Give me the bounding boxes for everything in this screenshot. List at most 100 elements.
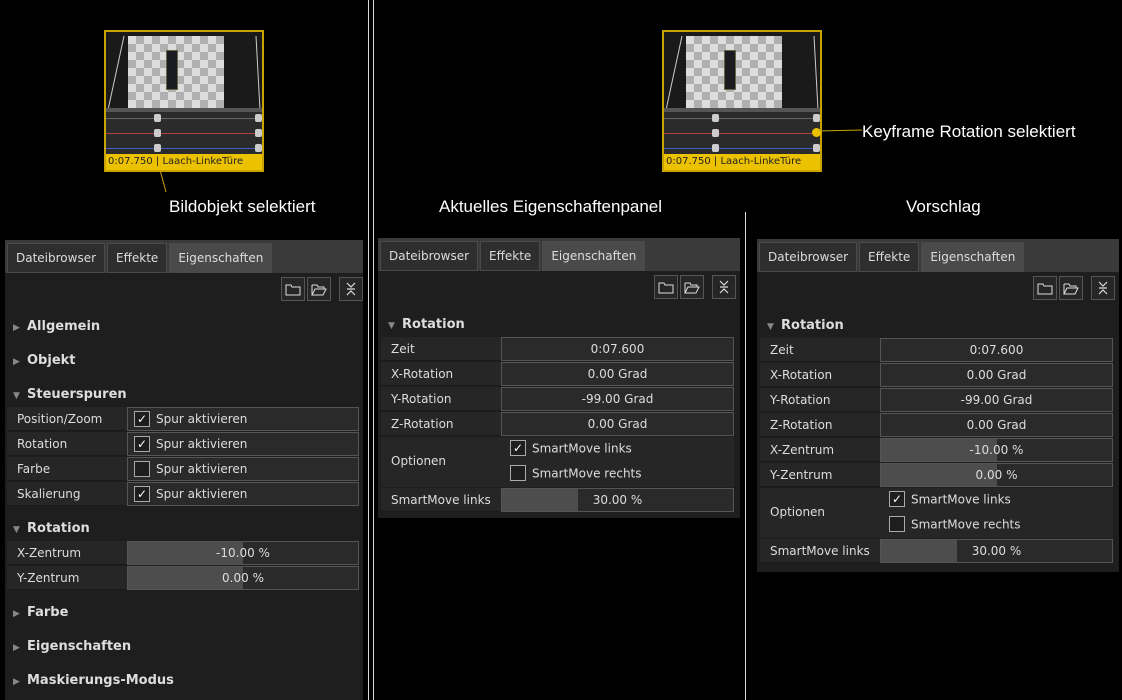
y-rotation-field[interactable]: -99.00 Grad <box>880 388 1113 412</box>
properties-panel-middle: Dateibrowser Effekte Eigenschaften ▼ Rota… <box>378 238 740 518</box>
field-label: X-Rotation <box>760 363 880 387</box>
caption-keyframe: Keyframe Rotation selektiert <box>862 122 1076 141</box>
keyframe-knob[interactable] <box>154 144 161 152</box>
field-label: X-Zentrum <box>7 541 127 565</box>
smartmove-slider[interactable]: 30.00 % <box>501 488 734 512</box>
folder-open-icon[interactable] <box>1059 276 1083 300</box>
thumbnail-label: 0:07.750 | Laach-LinkeTüre <box>664 154 820 170</box>
caption-bildobjekt: Bildobjekt selektiert <box>169 197 316 216</box>
thumbnail-left[interactable]: 0:07.750 | Laach-LinkeTüre <box>104 30 264 172</box>
x-rotation-field[interactable]: 0.00 Grad <box>880 363 1113 387</box>
track-label: Farbe <box>7 457 127 481</box>
row-zeit: Zeit 0:07.600 <box>381 337 734 362</box>
section-eigenschaften[interactable]: ▶ Eigenschaften <box>13 639 131 654</box>
field-label: SmartMove links <box>760 539 880 563</box>
section-farbe[interactable]: ▶ Farbe <box>13 605 68 620</box>
y-zentrum-slider[interactable]: 0.00 % <box>127 566 359 590</box>
track-checkbox[interactable]: Spur aktivieren <box>127 457 359 481</box>
smartmove-rechts-option[interactable]: SmartMove rechts <box>889 516 1021 533</box>
z-rotation-field[interactable]: 0.00 Grad <box>880 413 1113 437</box>
lane-rotation <box>106 133 262 134</box>
panel-body: ▼ Rotation Zeit 0:07.600 X-Rotation 0.00 … <box>757 272 1119 572</box>
caption-aktuell: Aktuelles Eigenschaftenpanel <box>439 197 663 216</box>
folder-open-icon[interactable] <box>680 275 704 299</box>
panel-body: ▼ Rotation Zeit 0:07.600 X-Rotation 0.00 … <box>378 271 740 518</box>
tab-dateibrowser[interactable]: Dateibrowser <box>759 242 858 272</box>
checkbox-checked[interactable]: ✓ <box>134 410 150 427</box>
track-checkbox[interactable]: ✓ Spur aktivieren <box>127 432 359 456</box>
checkbox-checked[interactable]: ✓ <box>510 440 526 456</box>
collapse-icon[interactable] <box>339 277 363 301</box>
keyframe-knob[interactable] <box>154 129 161 137</box>
x-zentrum-slider[interactable]: -10.00 % <box>880 438 1113 462</box>
folder-icon[interactable] <box>654 275 678 299</box>
tab-effekte[interactable]: Effekte <box>859 242 920 272</box>
tab-dateibrowser[interactable]: Dateibrowser <box>380 241 479 271</box>
keyframe-knob[interactable] <box>255 114 262 122</box>
section-allgemein[interactable]: ▶ Allgemein <box>13 319 100 334</box>
folder-icon[interactable] <box>1033 276 1057 300</box>
section-rotation[interactable]: ▼ Rotation <box>13 521 90 536</box>
section-rotation[interactable]: ▼ Rotation <box>767 318 844 333</box>
track-row-skalierung: Skalierung ✓ Spur aktivieren <box>7 482 359 507</box>
keyframe-knob[interactable] <box>712 114 719 122</box>
keyframe-knob[interactable] <box>154 114 161 122</box>
smartmove-rechts-option[interactable]: SmartMove rechts <box>510 465 642 482</box>
track-checkbox[interactable]: ✓ Spur aktivieren <box>127 482 359 506</box>
checkbox-checked[interactable]: ✓ <box>889 491 905 507</box>
smartmove-slider[interactable]: 30.00 % <box>880 539 1113 563</box>
collapse-icon[interactable] <box>712 275 736 299</box>
tab-eigenschaften[interactable]: Eigenschaften <box>921 242 1025 272</box>
keyframe-knob[interactable] <box>813 114 820 122</box>
y-rotation-field[interactable]: -99.00 Grad <box>501 387 734 411</box>
tab-bar: Dateibrowser Effekte Eigenschaften <box>759 242 1026 272</box>
smartmove-links-option[interactable]: ✓ SmartMove links <box>889 491 1011 508</box>
x-rotation-field[interactable]: 0.00 Grad <box>501 362 734 386</box>
lane-color <box>106 148 262 149</box>
checkbox-unchecked[interactable] <box>134 460 150 477</box>
tab-eigenschaften[interactable]: Eigenschaften <box>542 241 646 271</box>
section-maskierungs-modus[interactable]: ▶ Maskierungs-Modus <box>13 673 174 688</box>
field-label: Y-Zentrum <box>760 463 880 487</box>
track-label: Skalierung <box>7 482 127 506</box>
row-x-rotation: X-Rotation 0.00 Grad <box>760 363 1113 388</box>
x-zentrum-slider[interactable]: -10.00 % <box>127 541 359 565</box>
keyframe-knob[interactable] <box>255 129 262 137</box>
separator-line-2 <box>373 0 374 700</box>
track-label: Rotation <box>7 432 127 456</box>
keyframe-knob[interactable] <box>712 129 719 137</box>
folder-open-icon[interactable] <box>307 277 331 301</box>
track-checkbox[interactable]: ✓ Spur aktivieren <box>127 407 359 431</box>
tab-dateibrowser[interactable]: Dateibrowser <box>7 243 106 273</box>
z-rotation-field[interactable]: 0.00 Grad <box>501 412 734 436</box>
checkbox-unchecked[interactable] <box>889 516 905 532</box>
thumbnail-label: 0:07.750 | Laach-LinkeTüre <box>106 154 262 170</box>
checkbox-unchecked[interactable] <box>510 465 526 481</box>
y-zentrum-slider[interactable]: 0.00 % <box>880 463 1113 487</box>
row-y-rotation: Y-Rotation -99.00 Grad <box>381 387 734 412</box>
keyframe-pointer <box>818 129 863 132</box>
tab-effekte[interactable]: Effekte <box>107 243 168 273</box>
checkbox-checked[interactable]: ✓ <box>134 485 150 502</box>
keyframe-knob[interactable] <box>813 144 820 152</box>
tab-bar: Dateibrowser Effekte Eigenschaften <box>380 241 647 271</box>
keyframe-knob[interactable] <box>712 144 719 152</box>
thumbnail-right[interactable]: 0:07.750 | Laach-LinkeTüre <box>662 30 822 172</box>
section-steuerspuren[interactable]: ▼ Steuerspuren <box>13 387 127 402</box>
collapse-icon[interactable] <box>1091 276 1115 300</box>
row-y-rotation: Y-Rotation -99.00 Grad <box>760 388 1113 413</box>
section-rotation[interactable]: ▼ Rotation <box>388 317 465 332</box>
folder-icon[interactable] <box>281 277 305 301</box>
section-objekt[interactable]: ▶ Objekt <box>13 353 76 368</box>
row-zeit: Zeit 0:07.600 <box>760 338 1113 363</box>
keyframe-knob[interactable] <box>255 144 262 152</box>
panel-toolbar <box>654 275 736 299</box>
tab-eigenschaften[interactable]: Eigenschaften <box>169 243 273 273</box>
checkbox-checked[interactable]: ✓ <box>134 435 150 452</box>
zeit-field[interactable]: 0:07.600 <box>880 338 1113 362</box>
tab-effekte[interactable]: Effekte <box>480 241 541 271</box>
field-label: X-Zentrum <box>760 438 880 462</box>
field-label: Y-Rotation <box>381 387 501 411</box>
smartmove-links-option[interactable]: ✓ SmartMove links <box>510 440 632 457</box>
zeit-field[interactable]: 0:07.600 <box>501 337 734 361</box>
